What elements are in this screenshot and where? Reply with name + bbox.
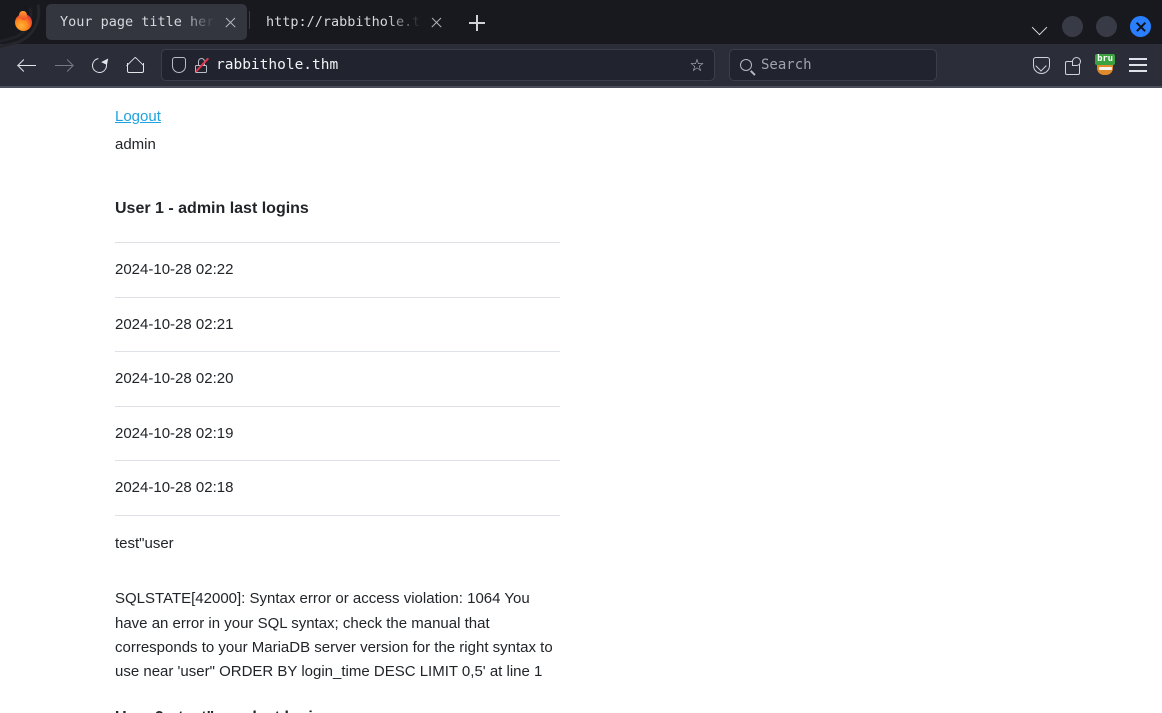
logout-link[interactable]: Logout xyxy=(115,106,161,129)
login-row: 2024-10-28 02:19 xyxy=(115,424,234,442)
menu-line xyxy=(1129,58,1147,60)
login-row: 2024-10-28 02:22 xyxy=(115,261,234,279)
injected-username: test"user xyxy=(115,534,174,552)
bru-badge: bru xyxy=(1095,54,1115,65)
navigation-toolbar: rabbithole.thm ☆ Search bru xyxy=(0,44,1162,88)
url-input[interactable]: rabbithole.thm xyxy=(216,57,680,73)
maximize-button[interactable] xyxy=(1096,16,1117,37)
browser-tab-title: http://rabbithole.thm xyxy=(266,14,421,30)
browser-tab-title: Your page title here xyxy=(60,14,215,30)
toolbar-right-actions: bru xyxy=(1033,54,1153,75)
close-icon[interactable] xyxy=(223,15,238,30)
back-arrow-icon xyxy=(18,59,36,72)
reload-icon xyxy=(88,54,110,76)
chevron-down-icon[interactable] xyxy=(1031,18,1049,36)
search-bar[interactable]: Search xyxy=(729,49,937,81)
current-username: admin xyxy=(115,135,156,153)
tab-bar: Your page title here http://rabbithole.t… xyxy=(0,0,1162,50)
firefox-logo-icon xyxy=(0,0,46,44)
back-button[interactable] xyxy=(9,48,45,82)
browser-window: Your page title here http://rabbithole.t… xyxy=(0,0,1162,713)
page-body: Logout admin User 1 - admin last logins … xyxy=(0,88,1162,713)
search-input[interactable]: Search xyxy=(761,57,812,73)
star-icon[interactable]: ☆ xyxy=(688,56,706,74)
browser-tab-0[interactable]: Your page title here xyxy=(46,4,247,40)
menu-line xyxy=(1129,64,1147,66)
forward-arrow-icon xyxy=(54,59,72,72)
sql-error-message: SQLSTATE[42000]: Syntax error or access … xyxy=(115,590,553,681)
address-bar[interactable]: rabbithole.thm ☆ xyxy=(161,49,715,81)
close-icon[interactable] xyxy=(429,15,444,30)
bru-extension-icon[interactable]: bru xyxy=(1095,54,1115,75)
lock-crossed-insecure-icon[interactable] xyxy=(194,57,209,73)
search-icon xyxy=(740,59,752,71)
firefox-flame-icon xyxy=(14,10,32,31)
close-button[interactable] xyxy=(1130,16,1151,37)
tab-separator xyxy=(249,11,250,29)
home-icon xyxy=(127,58,144,73)
hamburger-menu-icon[interactable] xyxy=(1129,58,1147,73)
menu-line xyxy=(1129,70,1147,73)
content-column: Logout admin User 1 - admin last logins … xyxy=(115,88,560,713)
bru-cup xyxy=(1097,65,1113,75)
forward-button[interactable] xyxy=(45,48,81,82)
section-heading-user-9: User 9 - test"user last logins xyxy=(115,707,560,713)
page-viewport: Logout admin User 1 - admin last logins … xyxy=(0,88,1162,713)
section-heading-user-1: User 1 - admin last logins xyxy=(115,200,309,217)
new-tab-button[interactable] xyxy=(461,7,493,39)
extensions-puzzle-icon[interactable] xyxy=(1064,56,1081,75)
pocket-icon[interactable] xyxy=(1033,56,1050,74)
login-row: 2024-10-28 02:20 xyxy=(115,370,234,388)
window-controls xyxy=(1031,16,1162,44)
minimize-button[interactable] xyxy=(1062,16,1083,37)
login-row: 2024-10-28 02:18 xyxy=(115,479,234,497)
browser-tab-1[interactable]: http://rabbithole.thm xyxy=(252,4,453,40)
login-row: 2024-10-28 02:21 xyxy=(115,315,234,333)
home-button[interactable] xyxy=(117,48,153,82)
reload-button[interactable] xyxy=(81,48,117,82)
shield-icon[interactable] xyxy=(172,57,186,73)
